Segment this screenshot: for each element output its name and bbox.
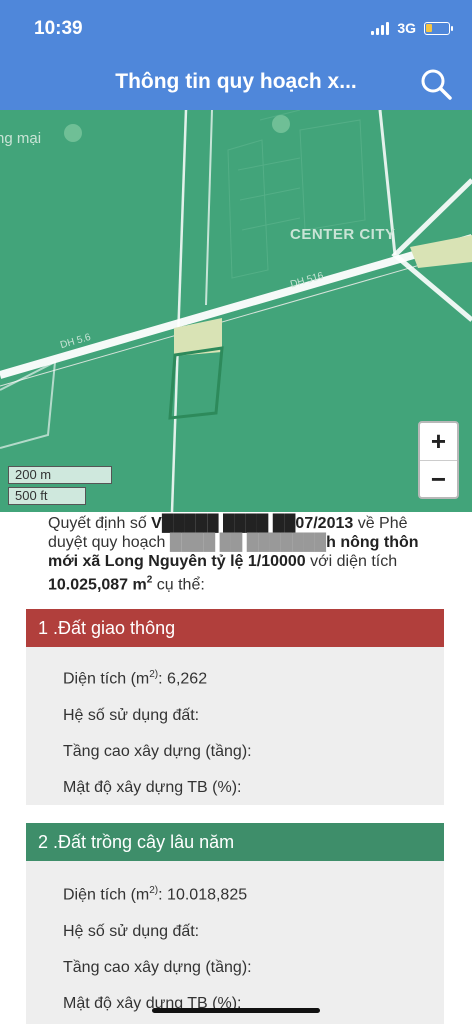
zoom-out-button[interactable]: −	[420, 460, 457, 497]
scale-metric: 200 m	[8, 466, 112, 484]
area-label: Diện tích (m	[63, 670, 150, 688]
area-row: Diện tích (m2): 10.018,825	[63, 885, 247, 904]
desc-text-3: với diện tích	[305, 553, 398, 570]
page-title: Thông tin quy hoạch x...	[115, 70, 357, 93]
area-value: : 6,262	[158, 670, 208, 688]
area-sup: 2)	[149, 669, 159, 680]
home-indicator[interactable]	[152, 1008, 320, 1013]
section-body-dat-trong-cay: Diện tích (m2): 10.018,825 Hệ số sử dụng…	[26, 861, 444, 1024]
decision-number: V█████ ████ ██07/2013	[151, 515, 354, 532]
total-area: 10.025,087 m	[48, 576, 147, 594]
app-bar: Thông tin quy hoạch x...	[0, 58, 472, 110]
desc-text-4: cụ thể:	[152, 576, 205, 594]
area-value: : 10.018,825	[158, 886, 248, 904]
section-header-dat-giao-thong[interactable]: 1 .Đất giao thông	[26, 609, 444, 647]
search-icon	[421, 69, 452, 100]
map-label-place: ng mại	[0, 130, 42, 147]
area-label: Diện tích (m	[63, 886, 150, 904]
section-body-dat-giao-thong: Diện tích (m2): 6,262 Hệ số sử dụng đất:…	[26, 647, 444, 805]
map-view[interactable]: ng mại CENTER CITY DH 5.6 DH 516 200 m 5…	[0, 110, 472, 512]
plan-description: Quyết định số V█████ ████ ██07/2013 về P…	[48, 514, 448, 594]
status-bar: 10:39 3G	[0, 0, 472, 58]
map-label-center-city: CENTER CITY	[290, 226, 396, 243]
section-header-dat-trong-cay[interactable]: 2 .Đất trồng cây lâu năm	[26, 823, 444, 861]
area-sup: 2)	[149, 885, 159, 896]
status-indicators: 3G	[371, 20, 453, 36]
floors-row: Tầng cao xây dựng (tầng):	[63, 959, 252, 976]
search-button[interactable]	[418, 66, 454, 102]
zoom-control: + −	[418, 421, 459, 499]
land-use-coef-row: Hệ số sử dụng đất:	[63, 707, 200, 724]
zoom-in-button[interactable]: +	[420, 423, 457, 460]
map-roads	[0, 110, 472, 512]
desc-text-1: Quyết định số	[48, 515, 152, 532]
area-row: Diện tích (m2): 6,262	[63, 669, 207, 688]
status-time: 10:39	[34, 18, 83, 39]
signal-icon	[371, 21, 390, 35]
density-row: Mật độ xây dựng TB (%):	[63, 779, 242, 796]
scale-imperial: 500 ft	[8, 487, 86, 505]
floors-row: Tầng cao xây dựng (tầng):	[63, 743, 252, 760]
network-type: 3G	[397, 20, 416, 36]
battery-icon	[424, 21, 453, 35]
desc-redacted: ████ ██ ███████	[169, 534, 327, 551]
land-use-coef-row: Hệ số sử dụng đất:	[63, 923, 200, 940]
